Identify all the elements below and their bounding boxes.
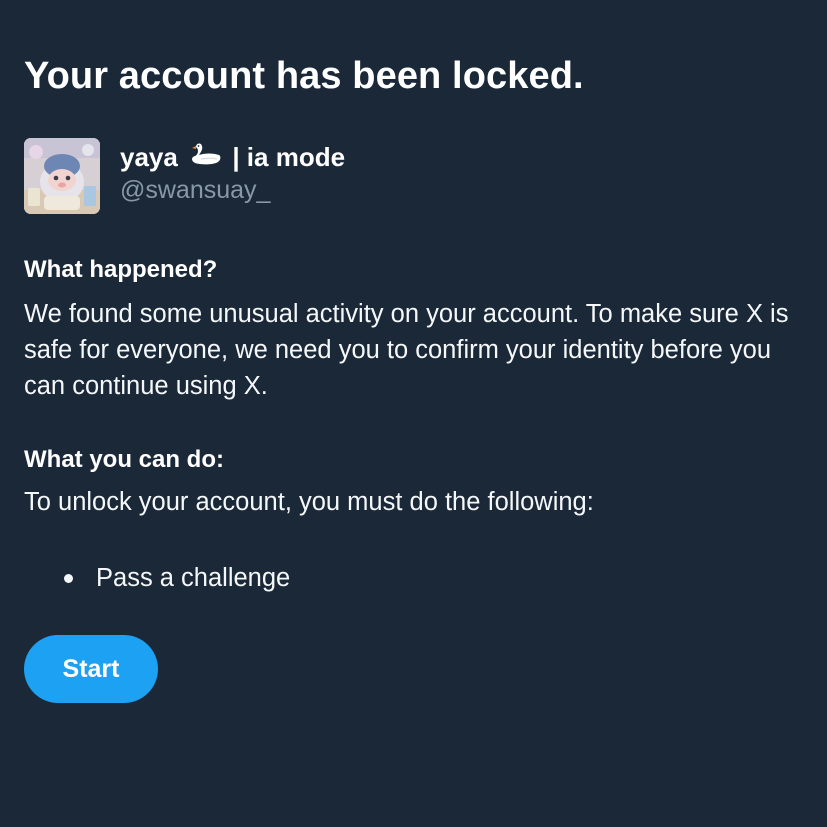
steps-list: Pass a challenge xyxy=(24,560,290,596)
bullet-icon xyxy=(64,574,73,583)
page-title: Your account has been locked. xyxy=(24,55,584,97)
display-name: yaya | ia mode xyxy=(120,140,345,174)
start-button[interactable]: Start xyxy=(24,635,158,703)
step-label: Pass a challenge xyxy=(96,564,291,592)
avatar-image xyxy=(24,138,100,214)
list-item: Pass a challenge xyxy=(24,560,290,596)
display-name-suffix: | ia mode xyxy=(232,142,346,172)
what-you-can-do-heading: What you can do: xyxy=(24,446,224,473)
display-name-prefix: yaya xyxy=(120,142,178,172)
what-happened-heading: What happened? xyxy=(24,256,218,283)
what-happened-text: We found some unusual activity on your a… xyxy=(24,300,789,400)
lock-notice: Your account has been locked. yaya | ia … xyxy=(24,0,804,827)
swan-emoji-icon xyxy=(192,143,221,165)
account-handle: @swansuay_ xyxy=(120,176,271,204)
account-card: yaya | ia mode @swansuay_ xyxy=(24,138,524,216)
avatar xyxy=(24,138,100,214)
what-you-can-do-text: To unlock your account, you must do the … xyxy=(24,488,594,516)
